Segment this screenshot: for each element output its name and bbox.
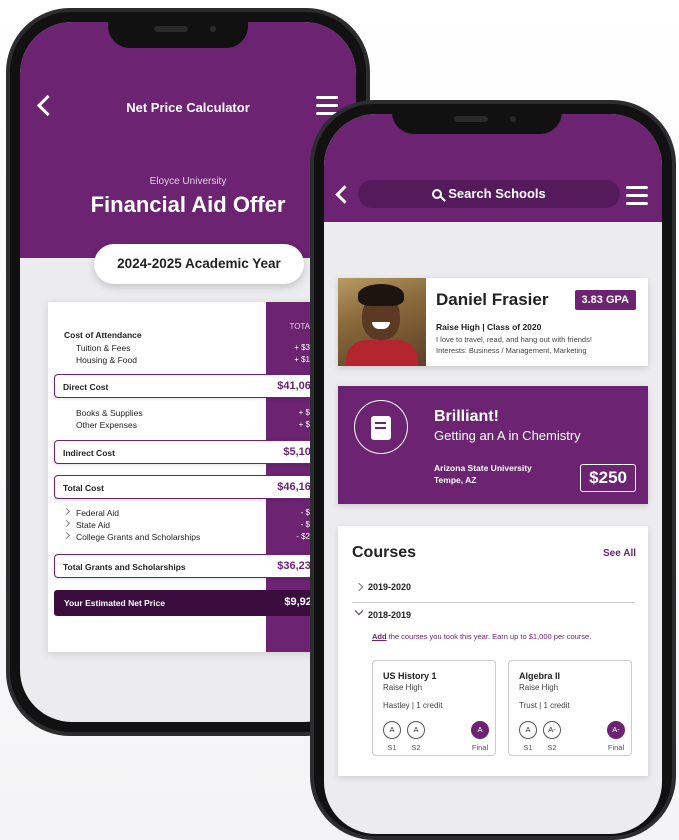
menu-icon[interactable]	[626, 186, 648, 205]
student-name: Daniel Frasier	[436, 290, 549, 309]
school-name: Arizona State University	[434, 463, 532, 473]
indirect-cost-row: Indirect Cost $5,100	[54, 440, 322, 464]
student-profile-card[interactable]: Daniel Frasier 3.83 GPA Raise High | Cla…	[338, 278, 648, 366]
course-school: Raise High	[383, 683, 423, 692]
grade-s1: A	[383, 721, 401, 739]
grade-final: A	[471, 721, 489, 739]
chevron-right-icon	[62, 519, 71, 528]
row-label: Books & Supplies	[76, 408, 143, 418]
course-card[interactable]: US History 1 Raise High Hastley | 1 cred…	[372, 660, 496, 756]
course-teacher: Hastley | 1 credit	[383, 701, 443, 710]
award-school: Arizona State University Tempe, AZ	[434, 462, 532, 486]
grade-label: S1	[387, 743, 397, 752]
student-bio: I love to travel, read, and hang out wit…	[436, 335, 592, 344]
course-school: Raise High	[519, 683, 559, 692]
row-label: Cost of Attendance	[64, 330, 142, 340]
award-headline: Brilliant!	[434, 408, 499, 425]
gpa-badge: 3.83 GPA	[574, 290, 636, 310]
course-card[interactable]: Algebra II Raise High Trust | 1 credit A…	[508, 660, 632, 756]
menu-icon[interactable]	[316, 96, 338, 115]
year-2018-2019[interactable]: 2018-2019	[368, 610, 411, 620]
chevron-right-icon	[354, 582, 364, 592]
row-label: Total Grants and Scholarships	[63, 562, 186, 572]
phone-left-screen: Net Price Calculator Eloyce University F…	[20, 22, 356, 722]
net-price-row: Your Estimated Net Price $9,927	[54, 590, 322, 616]
grade-s1: A	[519, 721, 537, 739]
courses-card: Courses See All 2019-2020 2018-2019 Add …	[338, 526, 648, 776]
book-icon	[371, 416, 391, 440]
add-text: the courses you took this year. Earn up …	[386, 632, 592, 641]
row-label: Direct Cost	[63, 382, 109, 392]
camera-icon	[510, 116, 516, 122]
course-teacher: Trust | 1 credit	[519, 701, 570, 710]
school-class: Raise High | Class of 2020	[436, 322, 542, 332]
phone-notch	[108, 12, 248, 48]
search-icon	[432, 189, 443, 199]
grade-final: A-	[607, 721, 625, 739]
chevron-right-icon	[62, 531, 71, 540]
row-label: Tuition & Fees	[76, 343, 131, 353]
divider	[352, 602, 634, 603]
row-label: Federal Aid	[76, 508, 119, 518]
award-amount: $250	[580, 464, 636, 492]
student-interests: Interests: Business / Management, Market…	[436, 346, 587, 355]
phone-notch	[392, 104, 562, 134]
award-card[interactable]: Brilliant! Getting an A in Chemistry Ari…	[338, 386, 648, 504]
chevron-right-icon	[62, 507, 71, 516]
speaker-icon	[454, 116, 488, 122]
grade-s2: A-	[543, 721, 561, 739]
grade-label: Final	[607, 743, 625, 752]
total-cost-row: Total Cost $46,160	[54, 475, 322, 499]
direct-cost-row: Direct Cost $41,060	[54, 374, 322, 398]
app-header	[20, 22, 356, 258]
row-label: Indirect Cost	[63, 448, 115, 458]
row-label: Your Estimated Net Price	[64, 598, 165, 608]
university-name: Eloyce University	[149, 176, 227, 187]
back-button[interactable]	[338, 188, 351, 201]
row-label: College Grants and Scholarships	[76, 532, 201, 542]
course-title: US History 1	[383, 671, 437, 681]
grade-s2: A	[407, 721, 425, 739]
academic-year-selector[interactable]: 2024-2025 Academic Year	[94, 244, 304, 284]
avatar	[338, 278, 426, 366]
page-title: Net Price Calculator	[126, 100, 250, 115]
row-label: Housing & Food	[76, 355, 137, 365]
school-location: Tempe, AZ	[434, 475, 477, 485]
grade-label: S1	[523, 743, 533, 752]
aid-breakdown-card: TOTAL Cost of Attendance Tuition & Fees …	[48, 302, 338, 652]
row-label: State Aid	[76, 520, 111, 530]
total-grants-row: Total Grants and Scholarships $36,233	[54, 554, 322, 578]
courses-title: Courses	[352, 544, 417, 561]
course-title: Algebra II	[519, 671, 561, 681]
chevron-down-icon	[354, 606, 364, 616]
volume-button	[6, 132, 10, 162]
add-courses-prompt: Add the courses you took this year. Earn…	[372, 632, 591, 641]
grade-label: S2	[411, 743, 421, 752]
row-label: Total Cost	[63, 483, 104, 493]
see-all-link[interactable]: See All	[603, 548, 636, 559]
phone-right-screen: Search Schools Daniel Frasier 3.83 GPA R…	[324, 114, 662, 834]
search-schools-button[interactable]: Search Schools	[358, 180, 620, 208]
row-label: Other Expenses	[76, 420, 137, 430]
search-label: Search Schools	[448, 186, 546, 201]
award-subtitle: Getting an A in Chemistry	[434, 428, 581, 443]
camera-icon	[210, 26, 216, 32]
offer-title: Financial Aid Offer	[90, 192, 286, 217]
phone-right: Search Schools Daniel Frasier 3.83 GPA R…	[310, 100, 676, 840]
grade-label: Final	[471, 743, 489, 752]
add-link[interactable]: Add	[372, 632, 387, 641]
grade-label: S2	[547, 743, 557, 752]
year-2019-2020[interactable]: 2019-2020	[368, 582, 411, 592]
speaker-icon	[154, 26, 188, 32]
